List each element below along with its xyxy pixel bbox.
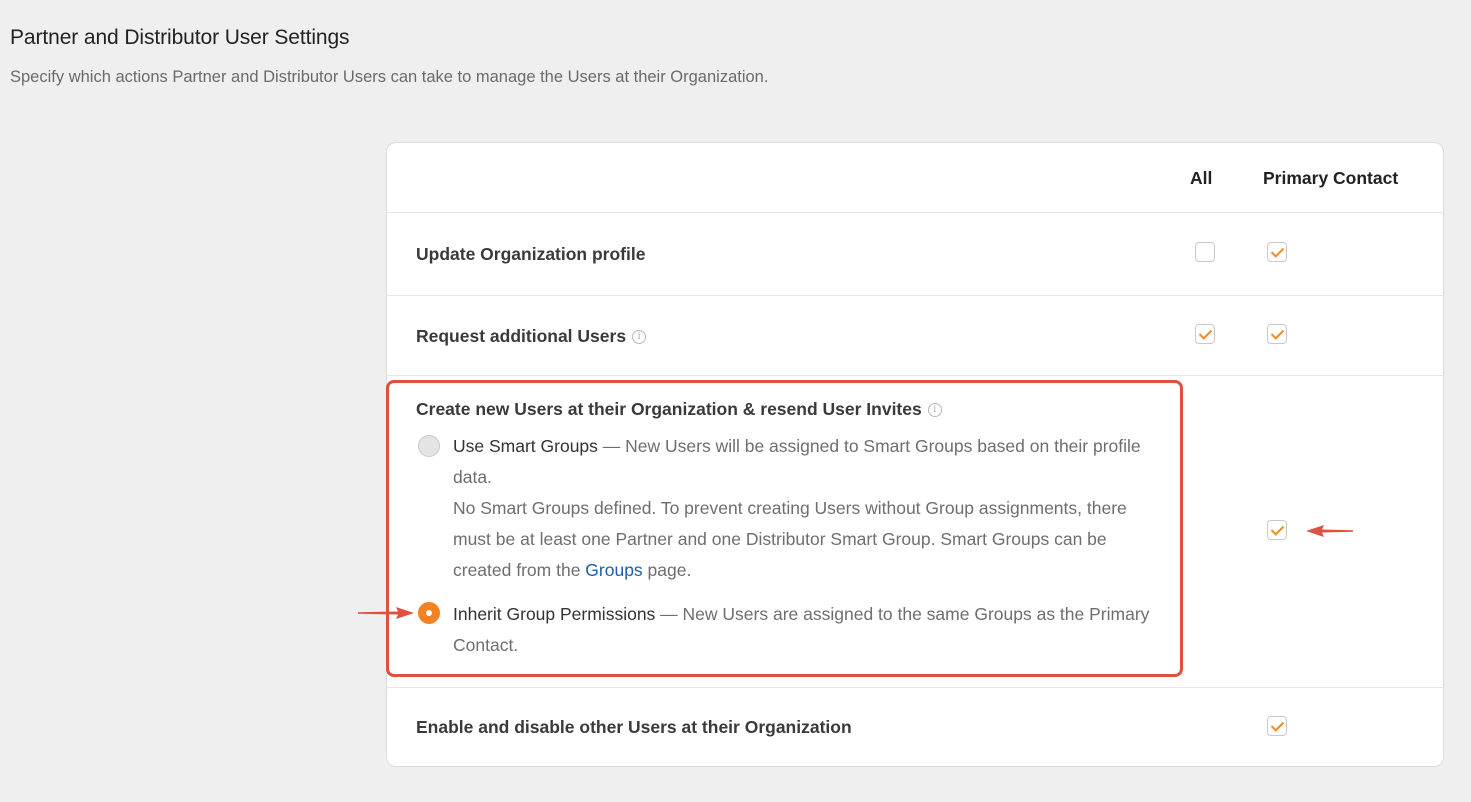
info-icon[interactable]: i	[632, 330, 647, 345]
checkbox-update-profile-all[interactable]	[1195, 242, 1215, 262]
radio-inherit-group-permissions[interactable]	[418, 602, 440, 624]
annotation-arrow-right	[358, 607, 414, 619]
page-title: Partner and Distributor User Settings	[10, 26, 350, 49]
option-name: Use Smart Groups	[453, 436, 598, 456]
checkbox-request-users-primary-contact[interactable]	[1267, 324, 1287, 344]
row-label: Request additional Users	[416, 326, 627, 346]
row-create-new-users: Create new Users at their Organization &…	[416, 399, 942, 420]
row-update-organization-profile: Update Organization profile	[416, 244, 645, 265]
column-header-all: All	[1190, 168, 1213, 188]
column-header-primary-contact: Primary Contact	[1263, 168, 1399, 188]
row-label: Update Organization profile	[416, 244, 646, 264]
row-request-additional-users: Request additional Users i	[416, 326, 647, 347]
row-label: Create new Users at their Organization &…	[416, 399, 922, 419]
row-divider	[387, 375, 1443, 376]
header-divider	[387, 212, 1443, 213]
checkbox-update-profile-primary-contact[interactable]	[1267, 242, 1287, 262]
row-enable-disable-users: Enable and disable other Users at their …	[416, 717, 852, 738]
page-description: Specify which actions Partner and Distri…	[10, 68, 769, 86]
checkbox-request-users-all[interactable]	[1195, 324, 1215, 344]
row-divider	[387, 687, 1443, 688]
checkbox-enable-disable-primary-contact[interactable]	[1267, 716, 1287, 736]
annotation-arrow-left	[1306, 525, 1353, 537]
option-name: Inherit Group Permissions	[453, 604, 656, 624]
checkbox-create-users-primary-contact[interactable]	[1267, 520, 1287, 540]
info-icon[interactable]: i	[927, 403, 942, 418]
row-label: Enable and disable other Users at their …	[416, 717, 852, 737]
radio-use-smart-groups[interactable]	[418, 435, 440, 457]
option-note: No Smart Groups defined. To prevent crea…	[453, 498, 1127, 580]
row-divider	[387, 295, 1443, 296]
option-note-end: page.	[642, 560, 692, 580]
groups-link[interactable]: Groups	[585, 560, 642, 580]
option-inherit-group-permissions: Inherit Group Permissions — New Users ar…	[453, 599, 1168, 661]
option-use-smart-groups: Use Smart Groups — New Users will be ass…	[453, 431, 1168, 586]
